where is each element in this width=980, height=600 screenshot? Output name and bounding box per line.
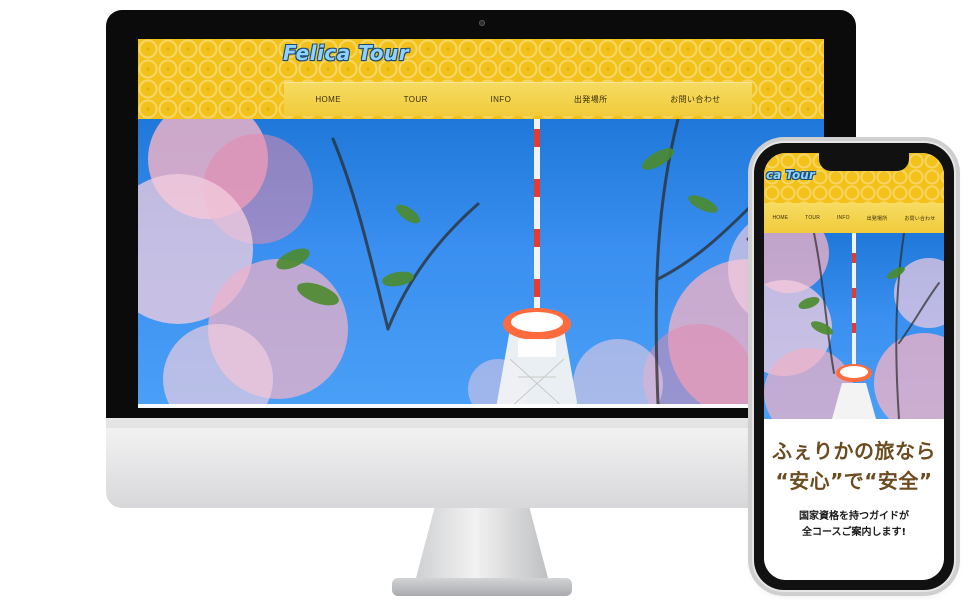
hero-image xyxy=(138,119,824,408)
imac-bezel: Felica Tour HOME TOUR INFO 出発場所 お問い合わせ xyxy=(106,10,856,434)
mobile-nav-item-tour[interactable]: TOUR xyxy=(803,213,822,223)
phone-screen: ca Tour HOME TOUR INFO 出発場所 お問い合わせ ふぇりかの… xyxy=(764,153,944,580)
nav-item-info[interactable]: INFO xyxy=(484,91,517,108)
hero-illustration xyxy=(138,119,824,408)
mobile-nav-item-info[interactable]: INFO xyxy=(835,213,852,223)
mobile-headline-line2: “安心”で“安全” xyxy=(775,469,933,493)
mobile-headline-line1: ふぇりかの旅なら xyxy=(772,439,936,463)
site-logo[interactable]: Felica Tour xyxy=(283,41,409,65)
mobile-nav-item-home[interactable]: HOME xyxy=(770,213,790,223)
imac-mockup: Felica Tour HOME TOUR INFO 出発場所 お問い合わせ xyxy=(106,10,856,596)
mobile-hero-illustration xyxy=(764,233,944,419)
phone-mockup: ca Tour HOME TOUR INFO 出発場所 お問い合わせ ふぇりかの… xyxy=(754,143,954,590)
mobile-primary-nav: HOME TOUR INFO 出発場所 お問い合わせ xyxy=(764,203,944,233)
mobile-intro-section: ふぇりかの旅なら “安心”で“安全” 国家資格を持つガイドが 全コースご案内しま… xyxy=(764,419,944,580)
imac-stand-base xyxy=(392,578,572,596)
mobile-hero-image xyxy=(764,233,944,419)
device-mockup-stage: Felica Tour HOME TOUR INFO 出発場所 お問い合わせ c… xyxy=(0,0,980,600)
site-header: Felica Tour HOME TOUR INFO 出発場所 お問い合わせ xyxy=(138,39,824,119)
mobile-nav-item-contact[interactable]: お問い合わせ xyxy=(902,213,937,224)
nav-item-departure[interactable]: 出発場所 xyxy=(568,90,614,109)
desktop-screen: Felica Tour HOME TOUR INFO 出発場所 お問い合わせ xyxy=(138,39,824,408)
hero-divider xyxy=(138,404,824,408)
mobile-nav-item-departure[interactable]: 出発場所 xyxy=(865,213,890,224)
nav-item-contact[interactable]: お問い合わせ xyxy=(664,90,726,109)
imac-chin xyxy=(106,418,856,508)
imac-stand xyxy=(416,508,548,578)
primary-nav: HOME TOUR INFO 出発場所 お問い合わせ xyxy=(284,82,752,116)
camera-icon xyxy=(479,20,485,26)
phone-notch-icon xyxy=(819,153,909,171)
nav-item-home[interactable]: HOME xyxy=(309,91,347,108)
mobile-body-line1: 国家資格を持つガイドが xyxy=(799,511,909,522)
nav-item-tour[interactable]: TOUR xyxy=(398,91,434,108)
mobile-site-logo[interactable]: ca Tour xyxy=(766,168,815,182)
mobile-body-line2: 全コースご案内します! xyxy=(801,527,907,538)
